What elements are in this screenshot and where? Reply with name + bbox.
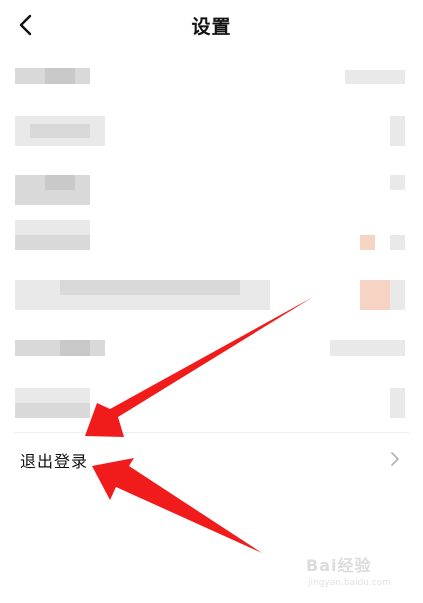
settings-item-redacted[interactable] <box>0 272 423 328</box>
settings-item-redacted[interactable] <box>0 50 423 104</box>
settings-item-redacted[interactable] <box>0 382 423 432</box>
settings-item-redacted[interactable] <box>0 104 423 160</box>
logout-item[interactable]: 退出登录 <box>0 433 423 485</box>
watermark-logo: Bai经验 <box>306 556 372 575</box>
chevron-right-icon <box>391 452 399 466</box>
settings-item-redacted[interactable] <box>0 328 423 382</box>
settings-item-redacted[interactable] <box>0 216 423 272</box>
top-bar: 设置 <box>0 0 423 50</box>
watermark-url: jingyan.baidu.com <box>308 578 392 588</box>
page-title: 设置 <box>191 16 232 38</box>
settings-item-redacted[interactable] <box>0 160 423 216</box>
logout-label: 退出登录 <box>20 452 89 471</box>
